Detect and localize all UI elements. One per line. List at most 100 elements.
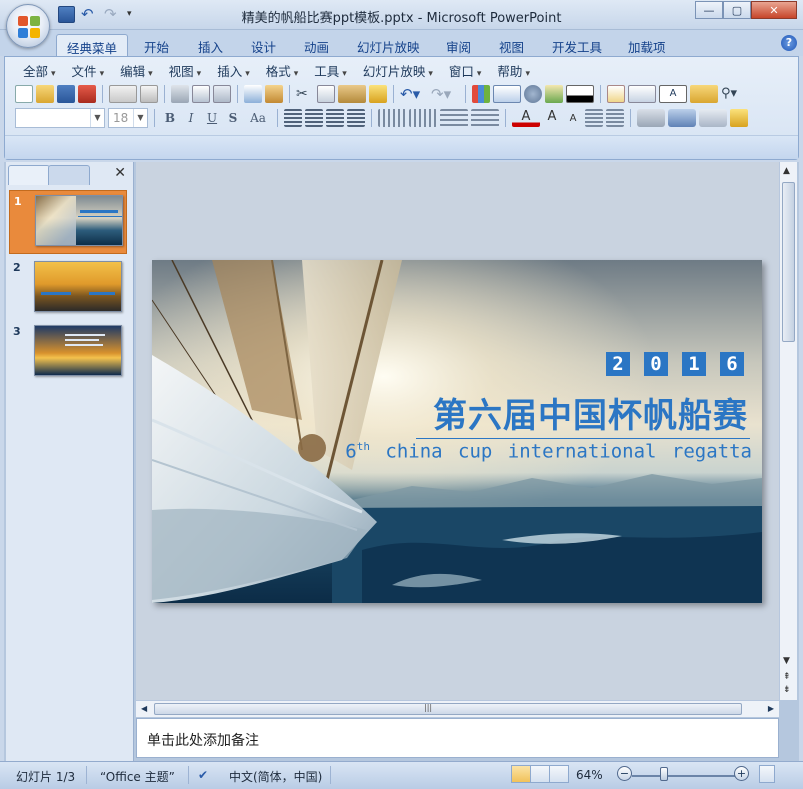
theme-name[interactable]: “Office 主题” — [100, 768, 175, 785]
increase-indent-icon[interactable] — [606, 109, 624, 127]
bullets-icon[interactable] — [471, 109, 499, 127]
pdf-icon[interactable] — [78, 85, 96, 103]
scroll-left-icon[interactable]: ◀ — [141, 704, 147, 713]
slide-canvas[interactable]: 2 0 1 6 第六届中国杯帆船赛 6th china cup internat… — [152, 260, 762, 603]
grow-font-icon[interactable]: A — [543, 109, 561, 127]
slide-subtitle[interactable]: 6th china cup international regatta — [345, 440, 752, 462]
shrink-font-icon[interactable]: A — [564, 109, 582, 127]
text-box-icon[interactable]: A — [659, 85, 687, 103]
slideshow-view-button[interactable] — [549, 765, 569, 783]
menu-insert[interactable]: 插入 ▾ — [209, 63, 258, 81]
shapes-icon[interactable] — [637, 109, 665, 127]
slide-layout-icon[interactable] — [628, 85, 656, 103]
slide-editing-area[interactable]: 2 0 1 6 第六届中国杯帆船赛 6th china cup internat… — [136, 162, 779, 700]
menu-all[interactable]: 全部 ▾ — [15, 63, 64, 81]
print-preview-icon[interactable] — [192, 85, 210, 103]
menu-view[interactable]: 视图 ▾ — [161, 63, 210, 81]
scroll-up-icon[interactable]: ▲ — [783, 166, 790, 176]
align-right-icon[interactable] — [326, 109, 344, 127]
normal-view-button[interactable] — [511, 765, 531, 783]
slide-thumbnail-2[interactable]: 2 — [9, 257, 127, 321]
scroll-thumb[interactable] — [782, 182, 795, 342]
font-name-select[interactable]: ▼ — [15, 108, 105, 128]
new-icon[interactable] — [15, 85, 33, 103]
fill-color-icon[interactable] — [566, 85, 594, 103]
slides-tab[interactable] — [8, 165, 50, 185]
justify-icon[interactable] — [347, 109, 365, 127]
bold-button[interactable]: B — [161, 109, 179, 127]
font-size-select[interactable]: 18 ▼ — [108, 108, 148, 128]
undo-icon[interactable]: ↶▾ — [400, 85, 428, 103]
slide-title[interactable]: 第六届中国杯帆船赛 — [433, 388, 748, 437]
minimize-button[interactable]: — — [695, 1, 723, 19]
menu-window[interactable]: 窗口 ▾ — [441, 63, 490, 81]
align-left-icon[interactable] — [284, 109, 302, 127]
table-icon[interactable] — [493, 85, 521, 103]
slide-thumbnail-3[interactable]: 3 — [9, 321, 127, 385]
scroll-right-icon[interactable]: ▶ — [768, 704, 774, 713]
chart-icon[interactable] — [472, 85, 490, 103]
previous-slide-icon[interactable]: ⇞ — [783, 672, 791, 682]
copy-icon[interactable] — [317, 85, 335, 103]
arrange-icon[interactable] — [668, 109, 696, 127]
menu-help[interactable]: 帮助 ▾ — [489, 63, 538, 81]
tab-addins[interactable]: 加载项 — [618, 34, 676, 56]
vertical-scrollbar[interactable]: ▲ ▼ ⇞ ⇟ — [779, 162, 797, 700]
horizontal-scrollbar[interactable]: ◀ ||| ▶ — [136, 700, 779, 717]
italic-button[interactable]: I — [182, 109, 200, 127]
menu-tools[interactable]: 工具 ▾ — [306, 63, 355, 81]
tab-classic-menu[interactable]: 经典菜单 — [56, 34, 129, 56]
clipart-icon[interactable] — [524, 85, 542, 103]
tab-design[interactable]: 设计 — [241, 34, 286, 56]
attach-icon[interactable] — [140, 85, 158, 103]
picture-icon[interactable] — [545, 85, 563, 103]
underline-button[interactable]: U — [203, 109, 221, 127]
cut-icon[interactable]: ✂ — [296, 85, 314, 103]
zoom-out-button[interactable]: − — [617, 766, 632, 781]
spell-check-icon[interactable]: ✔ — [198, 768, 208, 782]
tab-insert[interactable]: 插入 — [188, 34, 233, 56]
maximize-button[interactable]: ▢ — [723, 1, 751, 19]
print-icon[interactable] — [171, 85, 189, 103]
tab-home[interactable]: 开始 — [134, 34, 179, 56]
tab-review[interactable]: 审阅 — [436, 34, 481, 56]
tab-view[interactable]: 视图 — [489, 34, 534, 56]
slide-thumbnail-1[interactable]: 1 — [9, 190, 127, 254]
paste-icon[interactable] — [338, 85, 366, 103]
quick-styles-icon[interactable] — [699, 109, 727, 127]
menu-slideshow[interactable]: 幻灯片放映 ▾ — [355, 63, 441, 81]
scroll-down-icon[interactable]: ▼ — [783, 656, 790, 666]
spelling-icon[interactable] — [244, 85, 262, 103]
format-painter-icon[interactable] — [369, 85, 387, 103]
scroll-thumb-horizontal[interactable] — [154, 703, 742, 715]
tab-developer[interactable]: 开发工具 — [542, 34, 612, 56]
menu-edit[interactable]: 编辑 ▾ — [112, 63, 161, 81]
align-center-icon[interactable] — [305, 109, 323, 127]
zoom-level[interactable]: 64% — [576, 768, 603, 782]
decrease-indent-icon[interactable] — [585, 109, 603, 127]
zoom-slider-track[interactable] — [632, 775, 736, 777]
zoom-in-button[interactable]: + — [734, 766, 749, 781]
next-slide-icon[interactable]: ⇟ — [783, 685, 791, 695]
redo-icon[interactable]: ↷▾ — [431, 85, 459, 103]
shadow-button[interactable]: S — [224, 109, 242, 127]
close-icon[interactable]: ✕ — [114, 165, 126, 181]
search-icon[interactable]: ⚲▾ — [721, 85, 749, 103]
menu-format[interactable]: 格式 ▾ — [258, 63, 307, 81]
slide-sorter-view-button[interactable] — [530, 765, 550, 783]
help-icon[interactable]: ? — [781, 35, 797, 51]
tab-slideshow[interactable]: 幻灯片放映 — [347, 34, 430, 56]
font-color-icon[interactable]: A — [512, 109, 540, 127]
change-case-button[interactable]: Aa — [245, 109, 271, 127]
open-icon[interactable] — [36, 85, 54, 103]
fit-to-window-button[interactable] — [759, 765, 775, 783]
notes-pane[interactable]: 单击此处添加备注 — [136, 718, 779, 758]
outline-tab[interactable] — [48, 165, 90, 185]
columns-icon[interactable] — [378, 109, 406, 127]
language-indicator[interactable]: 中文(简体，中国) — [229, 768, 322, 785]
shape-fill-icon[interactable] — [730, 109, 748, 127]
zoom-slider-knob[interactable] — [660, 767, 668, 781]
menu-file[interactable]: 文件 ▾ — [64, 63, 113, 81]
folder-icon[interactable] — [690, 85, 718, 103]
save-icon[interactable] — [57, 85, 75, 103]
